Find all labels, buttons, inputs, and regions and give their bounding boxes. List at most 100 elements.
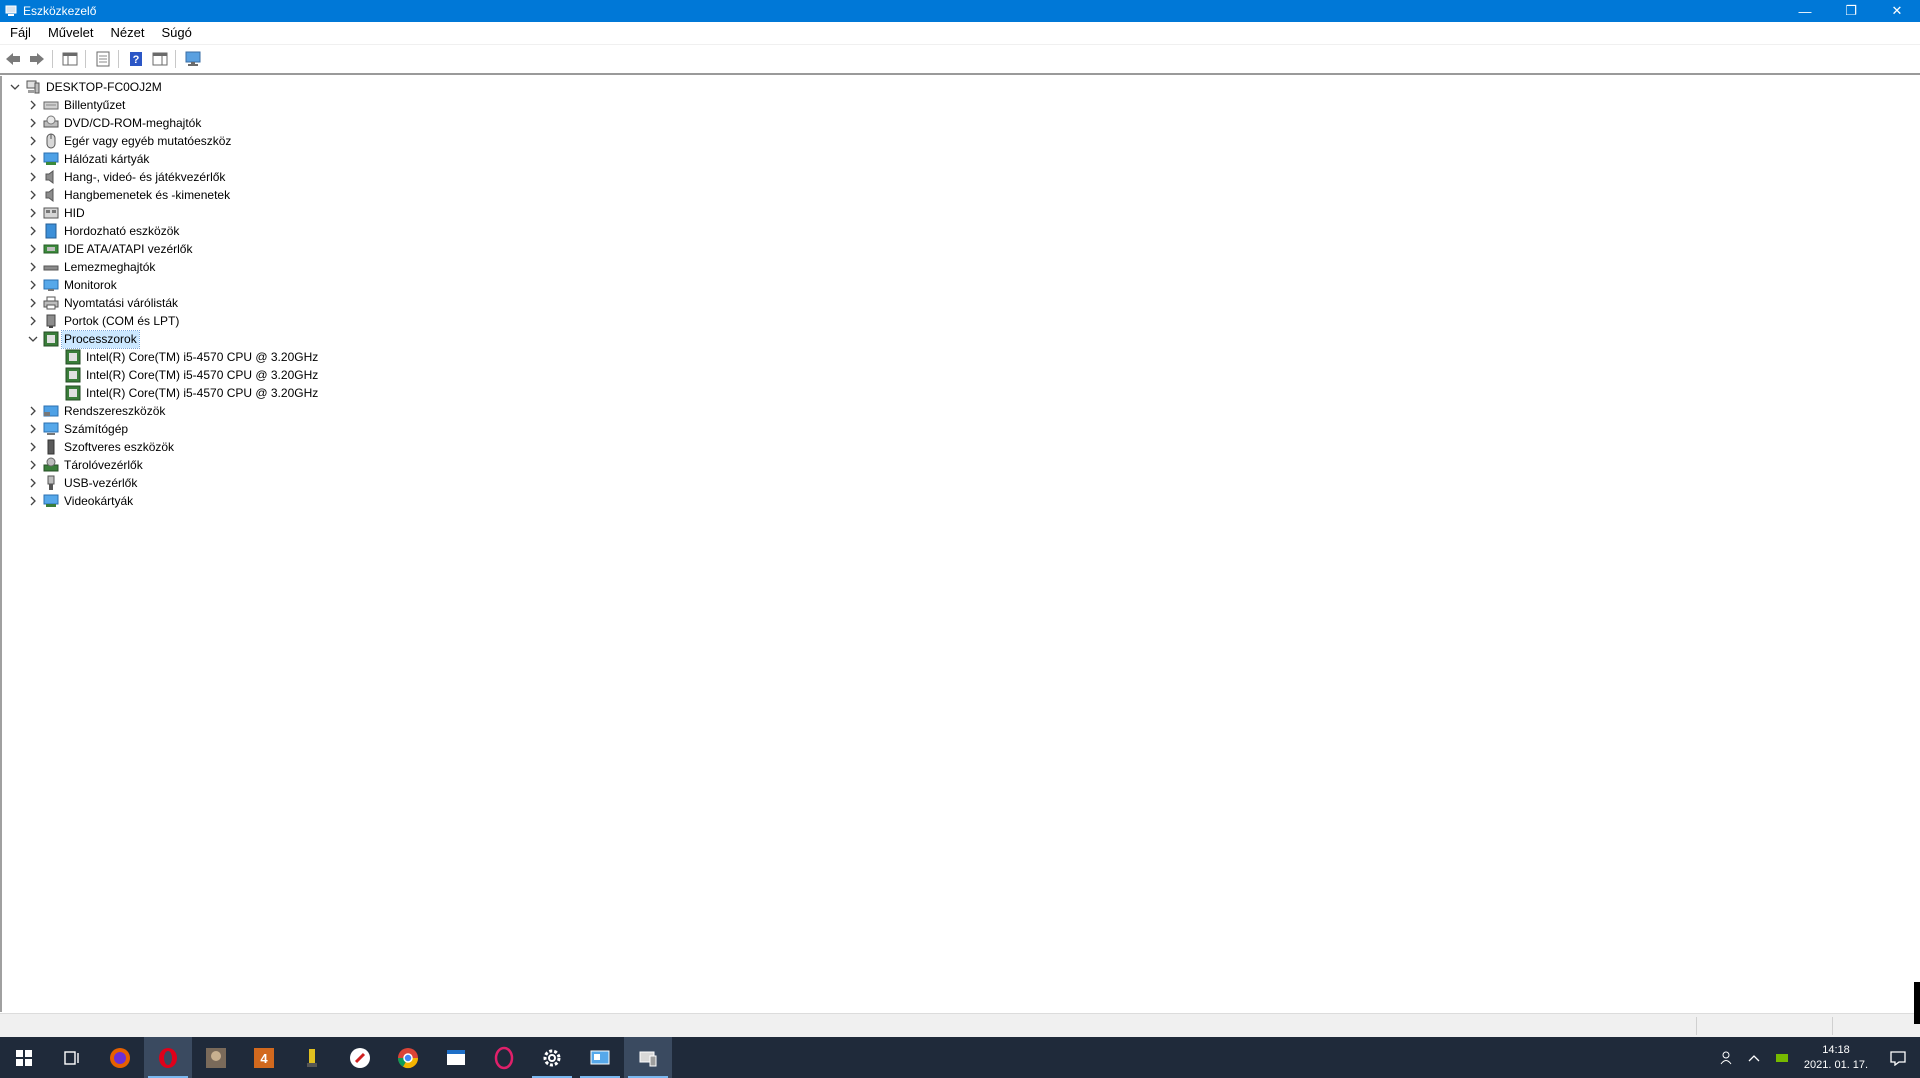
tree-item-ports[interactable]: Portok (COM és LPT) <box>26 312 181 330</box>
chevron-right-icon[interactable] <box>26 494 40 508</box>
tree-item-print-queues[interactable]: Nyomtatási várólisták <box>26 294 180 312</box>
tree-item-sound[interactable]: Hang-, videó- és játékvezérlők <box>26 168 227 186</box>
action-pane-icon[interactable] <box>149 48 171 70</box>
tree-item-software-devices[interactable]: Szoftveres eszközök <box>26 438 176 456</box>
tree-item-cpu[interactable]: Intel(R) Core(TM) i5-4570 CPU @ 3.20GHz <box>62 366 320 384</box>
processor-icon <box>43 331 59 347</box>
chevron-right-icon[interactable] <box>26 170 40 184</box>
scrollbar-thumb[interactable] <box>1914 982 1920 1024</box>
start-icon[interactable] <box>0 1037 48 1078</box>
scan-hardware-icon[interactable] <box>182 48 204 70</box>
tree-item-label: Tárolóvezérlők <box>64 457 143 472</box>
tree-item-system-devices[interactable]: Rendszereszközök <box>26 402 167 420</box>
tree-item-label: DVD/CD-ROM-meghajtók <box>64 115 202 130</box>
clock[interactable]: 14:18 2021. 01. 17. <box>1796 1043 1876 1073</box>
processor-icon <box>65 367 81 383</box>
chevron-right-icon[interactable] <box>26 134 40 148</box>
control-panel-icon[interactable] <box>576 1037 624 1078</box>
menu-help[interactable]: Súgó <box>154 22 198 44</box>
chevron-right-icon[interactable] <box>26 242 40 256</box>
chevron-right-icon[interactable] <box>26 476 40 490</box>
tree-item-label: Nyomtatási várólisták <box>64 295 179 310</box>
explorer-icon[interactable] <box>432 1037 480 1078</box>
tree-item-monitors[interactable]: Monitorok <box>26 276 119 294</box>
chevron-right-icon[interactable] <box>26 206 40 220</box>
tree-item-disk[interactable]: Lemezmeghajtók <box>26 258 157 276</box>
chevron-right-icon[interactable] <box>26 458 40 472</box>
game-icon-2[interactable]: 4 <box>240 1037 288 1078</box>
status-divider <box>1832 1017 1833 1035</box>
chevron-right-icon[interactable] <box>26 224 40 238</box>
tree-item-ide[interactable]: IDE ATA/ATAPI vezérlők <box>26 240 194 258</box>
device-manager-icon[interactable] <box>624 1037 672 1078</box>
notification-icon[interactable] <box>1876 1037 1920 1078</box>
tree-item-display-adapters[interactable]: Videokártyák <box>26 492 135 510</box>
task-view-icon[interactable] <box>48 1037 96 1078</box>
printer-icon <box>43 295 59 311</box>
menu-file[interactable]: Fájl <box>3 22 38 44</box>
tree-item-computer[interactable]: Számítógép <box>26 420 130 438</box>
settings-icon[interactable] <box>528 1037 576 1078</box>
tree-item-processors[interactable]: Processzorok <box>26 329 140 349</box>
opera-gx-icon[interactable] <box>480 1037 528 1078</box>
tree-item-cpu[interactable]: Intel(R) Core(TM) i5-4570 CPU @ 3.20GHz <box>62 384 320 402</box>
chevron-right-icon[interactable] <box>26 98 40 112</box>
chevron-right-icon[interactable] <box>26 296 40 310</box>
chevron-right-icon[interactable] <box>26 422 40 436</box>
chevron-right-icon[interactable] <box>26 440 40 454</box>
device-tree[interactable]: DESKTOP-FC0OJ2M Billentyűzet DVD/CD-ROM-… <box>0 76 1920 1012</box>
chevron-right-icon[interactable] <box>26 314 40 328</box>
nvidia-icon[interactable] <box>1768 1037 1796 1078</box>
tree-item-storage-controllers[interactable]: Tárolóvezérlők <box>26 456 145 474</box>
chevron-right-icon[interactable] <box>26 152 40 166</box>
tree-item-keyboard[interactable]: Billentyűzet <box>26 96 127 114</box>
tree-item-network[interactable]: Hálózati kártyák <box>26 150 151 168</box>
toolbar-separator <box>85 50 86 68</box>
taskbar: 4 14:18 2021. 01. 17. <box>0 1037 1920 1078</box>
back-icon[interactable] <box>2 48 24 70</box>
maximize-button[interactable]: ❐ <box>1828 0 1874 22</box>
tree-item-mouse[interactable]: Egér vagy egyéb mutatóeszköz <box>26 132 233 150</box>
chevron-down-icon[interactable] <box>26 332 40 346</box>
chevron-right-icon[interactable] <box>26 260 40 274</box>
tree-item-hid[interactable]: HID <box>26 204 87 222</box>
chevron-right-icon[interactable] <box>26 188 40 202</box>
menu-action[interactable]: Művelet <box>41 22 101 44</box>
chevron-right-icon[interactable] <box>26 278 40 292</box>
close-button[interactable]: ✕ <box>1874 0 1920 22</box>
tree-item-cpu[interactable]: Intel(R) Core(TM) i5-4570 CPU @ 3.20GHz <box>62 348 320 366</box>
game-icon-3[interactable] <box>288 1037 336 1078</box>
help-icon[interactable]: ? <box>125 48 147 70</box>
toolbar: ? <box>0 45 1920 75</box>
hid-icon <box>43 205 59 221</box>
svg-text:4: 4 <box>260 1051 268 1066</box>
tree-root[interactable]: DESKTOP-FC0OJ2M <box>8 78 164 96</box>
properties-icon[interactable] <box>92 48 114 70</box>
clock-date: 2021. 01. 17. <box>1803 1058 1869 1071</box>
chevron-up-icon[interactable] <box>1740 1037 1768 1078</box>
game-icon-4[interactable] <box>336 1037 384 1078</box>
processor-icon <box>65 349 81 365</box>
chrome-icon[interactable] <box>384 1037 432 1078</box>
people-icon[interactable] <box>1712 1037 1740 1078</box>
chevron-right-icon[interactable] <box>26 404 40 418</box>
mouse-icon <box>43 133 59 149</box>
forward-icon[interactable] <box>26 48 48 70</box>
tree-item-portable[interactable]: Hordozható eszközök <box>26 222 181 240</box>
game-icon-1[interactable] <box>192 1037 240 1078</box>
menu-view[interactable]: Nézet <box>103 22 151 44</box>
firefox-icon[interactable] <box>96 1037 144 1078</box>
opera-icon[interactable] <box>144 1037 192 1078</box>
chevron-right-icon[interactable] <box>26 116 40 130</box>
tree-item-label: Intel(R) Core(TM) i5-4570 CPU @ 3.20GHz <box>86 385 319 400</box>
tree-item-label: Szoftveres eszközök <box>64 439 175 454</box>
minimize-button[interactable]: — <box>1782 0 1828 22</box>
tree-item-audio-io[interactable]: Hangbemenetek és -kimenetek <box>26 186 232 204</box>
svg-text:?: ? <box>133 54 140 66</box>
show-hide-tree-icon[interactable] <box>59 48 81 70</box>
tree-item-dvd[interactable]: DVD/CD-ROM-meghajtók <box>26 114 203 132</box>
chevron-down-icon[interactable] <box>8 80 22 94</box>
status-divider <box>1696 1017 1697 1035</box>
portable-device-icon <box>43 223 59 239</box>
tree-item-usb[interactable]: USB-vezérlők <box>26 474 139 492</box>
